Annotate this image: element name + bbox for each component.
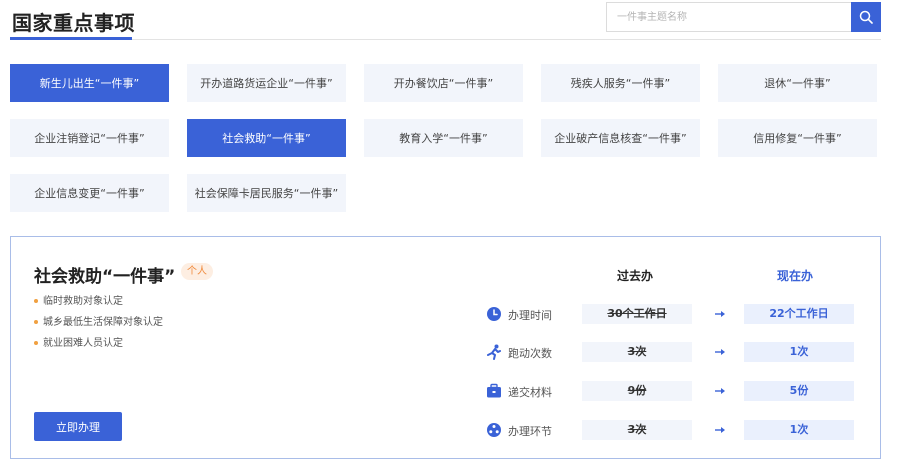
tile-label: 新生儿出生“一件事” [39,77,140,90]
arrow-right-icon [715,349,725,355]
apply-button[interactable]: 立即办理 [34,412,122,441]
tile-social-security-card[interactable]: 社会保障卡居民服务“一件事” [187,174,346,212]
tile-road-freight[interactable]: 开办道路货运企业“一件事” [187,64,346,102]
tile-retirement[interactable]: 退休“一件事” [718,64,877,102]
search-box [606,2,851,32]
metric-row-materials: 递交材料 9份 5份 [486,381,866,401]
steps-icon [487,423,501,437]
tile-disability[interactable]: 残疾人服务“一件事” [541,64,700,102]
metric-row-steps: 办理环节 3次 1次 [486,420,866,440]
search-button[interactable] [851,2,881,32]
metric-now-value: 1次 [744,342,854,362]
tile-label: 社会救助“一件事” [222,132,311,145]
metric-now-value: 22个工作日 [744,304,854,324]
clock-icon [487,307,501,321]
metric-past-value: 30个工作日 [582,304,692,324]
metric-now-value: 5份 [744,381,854,401]
column-header-past: 过去办 [617,269,654,283]
list-item: 临时救助对象认定 [34,295,163,316]
list-item: 城乡最低生活保障对象认定 [34,316,163,337]
sub-item-list: 临时救助对象认定 城乡最低生活保障对象认定 就业困难人员认定 [34,295,163,358]
running-icon [487,344,501,360]
metric-label: 办理时间 [508,309,552,322]
arrow-right-icon [715,311,725,317]
metric-past-value: 9份 [582,381,692,401]
metric-row-processing-time: 办理时间 30个工作日 22个工作日 [486,304,866,324]
tile-label: 残疾人服务“一件事” [570,77,671,90]
metric-now-value: 1次 [744,420,854,440]
tile-label: 企业注销登记“一件事” [34,132,145,145]
column-header-now: 现在办 [777,269,814,283]
tile-credit-repair[interactable]: 信用修复“一件事” [718,119,877,157]
arrow-right-icon [715,427,725,433]
search-icon [859,10,873,24]
tile-bankruptcy-check[interactable]: 企业破产信息核查“一件事” [541,119,700,157]
tile-label: 企业信息变更“一件事” [34,187,145,200]
detail-title: 社会救助“一件事” [34,267,176,287]
tile-school-enrollment[interactable]: 教育入学“一件事” [364,119,523,157]
briefcase-icon [487,383,501,398]
arrow-right-icon [715,388,725,394]
section-header: 国家重点事项 [10,0,881,40]
metric-label: 办理环节 [508,425,552,438]
category-badge: 个人 [181,263,213,280]
tile-info-change[interactable]: 企业信息变更“一件事” [10,174,169,212]
tile-label: 信用修复“一件事” [753,132,842,145]
tile-social-assistance[interactable]: 社会救助“一件事” [187,119,346,157]
tile-deregistration[interactable]: 企业注销登记“一件事” [10,119,169,157]
metric-past-value: 3次 [582,342,692,362]
page-title: 国家重点事项 [12,11,135,35]
tile-label: 教育入学“一件事” [399,132,488,145]
metric-row-visits: 跑动次数 3次 1次 [486,342,866,362]
tile-label: 开办餐饮店“一件事” [393,77,494,90]
search-input[interactable] [607,3,851,31]
list-item: 就业困难人员认定 [34,337,163,358]
tile-label: 企业破产信息核查“一件事” [554,132,687,145]
metric-past-value: 3次 [582,420,692,440]
tile-label: 退休“一件事” [764,77,831,90]
metric-label: 递交材料 [508,386,552,399]
matter-grid: 新生儿出生“一件事” 开办道路货运企业“一件事” 开办餐饮店“一件事” 残疾人服… [10,64,879,212]
tile-label: 社会保障卡居民服务“一件事” [194,187,339,200]
tile-newborn[interactable]: 新生儿出生“一件事” [10,64,169,102]
title-underline [10,37,132,40]
tile-label: 开办道路货运企业“一件事” [200,77,333,90]
detail-panel: 社会救助“一件事” 个人 临时救助对象认定 城乡最低生活保障对象认定 就业困难人… [10,236,881,459]
tile-restaurant[interactable]: 开办餐饮店“一件事” [364,64,523,102]
metric-label: 跑动次数 [508,347,552,360]
